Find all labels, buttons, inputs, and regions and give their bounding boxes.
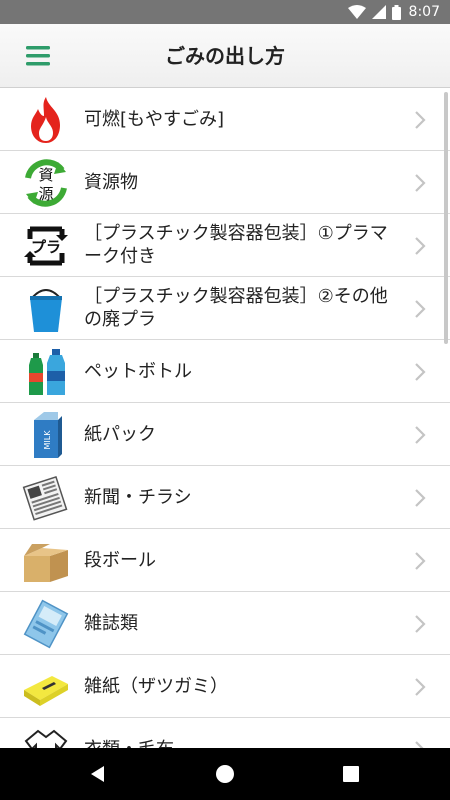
- icon-text-gen: 源: [38, 185, 53, 203]
- signal-icon: [371, 5, 386, 19]
- list-item-label: 雑紙（ザツガミ）: [84, 675, 228, 697]
- bucket-icon: [30, 289, 62, 332]
- magazine-icon: [23, 599, 69, 649]
- chevron-right-icon: [415, 237, 426, 255]
- recycle-resources-icon: 資 源: [25, 159, 67, 207]
- pet-bottle-icon: [29, 349, 65, 395]
- mixed-paper-icon: [24, 676, 68, 706]
- chevron-right-icon: [415, 111, 426, 129]
- list-item-label: 雑誌類: [84, 612, 138, 634]
- status-icons: 8:07: [347, 3, 440, 21]
- pla-mark-icon: プラ: [24, 226, 68, 266]
- list-item-label: 新聞・チラシ: [84, 486, 192, 508]
- icon-text-milk: MILK: [43, 430, 52, 450]
- list-item-label: 資源物: [84, 171, 138, 193]
- milk-carton-icon: MILK: [34, 412, 62, 458]
- chevron-right-icon: [415, 300, 426, 318]
- list-item-label: ［プラスチック製容器包装］①プラマーク付き: [84, 223, 388, 267]
- app-bar: ごみの出し方: [0, 24, 450, 88]
- newspaper-icon: [22, 475, 68, 521]
- chevron-right-icon: [415, 615, 426, 633]
- icon-text-pla: プラ: [31, 238, 61, 256]
- garbage-category-list: 可燃[もやすごみ] 資 源 資源物 プラ ［プラスチック製容器包装］①プラマーク…: [0, 88, 450, 748]
- chevron-right-icon: [415, 174, 426, 192]
- list-item-magazines[interactable]: 雑誌類: [0, 592, 450, 655]
- scrollbar[interactable]: [444, 92, 448, 344]
- list-item-label: 段ボール: [84, 549, 156, 571]
- page-title: ごみの出し方: [165, 44, 285, 68]
- list-item-paper-pack[interactable]: MILK 紙パック: [0, 403, 450, 466]
- chevron-right-icon: [415, 489, 426, 507]
- list-item-mixed-paper[interactable]: 雑紙（ザツガミ）: [0, 655, 450, 718]
- list-item-resources[interactable]: 資 源 資源物: [0, 151, 450, 214]
- status-bar: 8:07: [0, 0, 450, 24]
- icon-text-shi: 資: [38, 166, 53, 184]
- list-item-combustible[interactable]: 可燃[もやすごみ]: [0, 88, 450, 151]
- list-item-plastic-marked[interactable]: プラ ［プラスチック製容器包装］①プラマーク付き: [0, 214, 450, 277]
- menu-button[interactable]: [24, 43, 54, 69]
- recent-apps-icon[interactable]: [342, 765, 360, 783]
- chevron-right-icon: [415, 363, 426, 381]
- chevron-right-icon: [415, 741, 424, 748]
- hamburger-menu-icon: [26, 46, 50, 66]
- list-item-label: 紙パック: [84, 423, 156, 445]
- chevron-right-icon: [415, 552, 426, 570]
- chevron-right-icon: [415, 678, 426, 696]
- cardboard-box-icon: [24, 544, 68, 582]
- chevron-right-icon: [415, 426, 426, 444]
- battery-icon: [391, 4, 401, 20]
- system-nav-bar: [0, 748, 450, 800]
- list-item-label: ［プラスチック製容器包装］②その他の廃プラ: [84, 286, 388, 330]
- home-icon[interactable]: [215, 764, 235, 784]
- list-item-cardboard[interactable]: 段ボール: [0, 529, 450, 592]
- list-item-plastic-other[interactable]: ［プラスチック製容器包装］②その他の廃プラ: [0, 277, 450, 340]
- clothing-icon: [24, 729, 68, 748]
- list-item-label: ペットボトル: [84, 360, 192, 382]
- list-item-label: 衣類・毛布: [84, 718, 398, 749]
- list-item-label: 可燃[もやすごみ]: [84, 108, 225, 130]
- back-icon[interactable]: [88, 764, 108, 784]
- list-item-clothing[interactable]: 衣類・毛布: [0, 718, 450, 748]
- list-item-newspaper[interactable]: 新聞・チラシ: [0, 466, 450, 529]
- status-time: 8:07: [408, 4, 440, 20]
- wifi-icon: [347, 5, 366, 19]
- list-item-pet-bottle[interactable]: ペットボトル: [0, 340, 450, 403]
- flame-icon: [31, 97, 60, 143]
